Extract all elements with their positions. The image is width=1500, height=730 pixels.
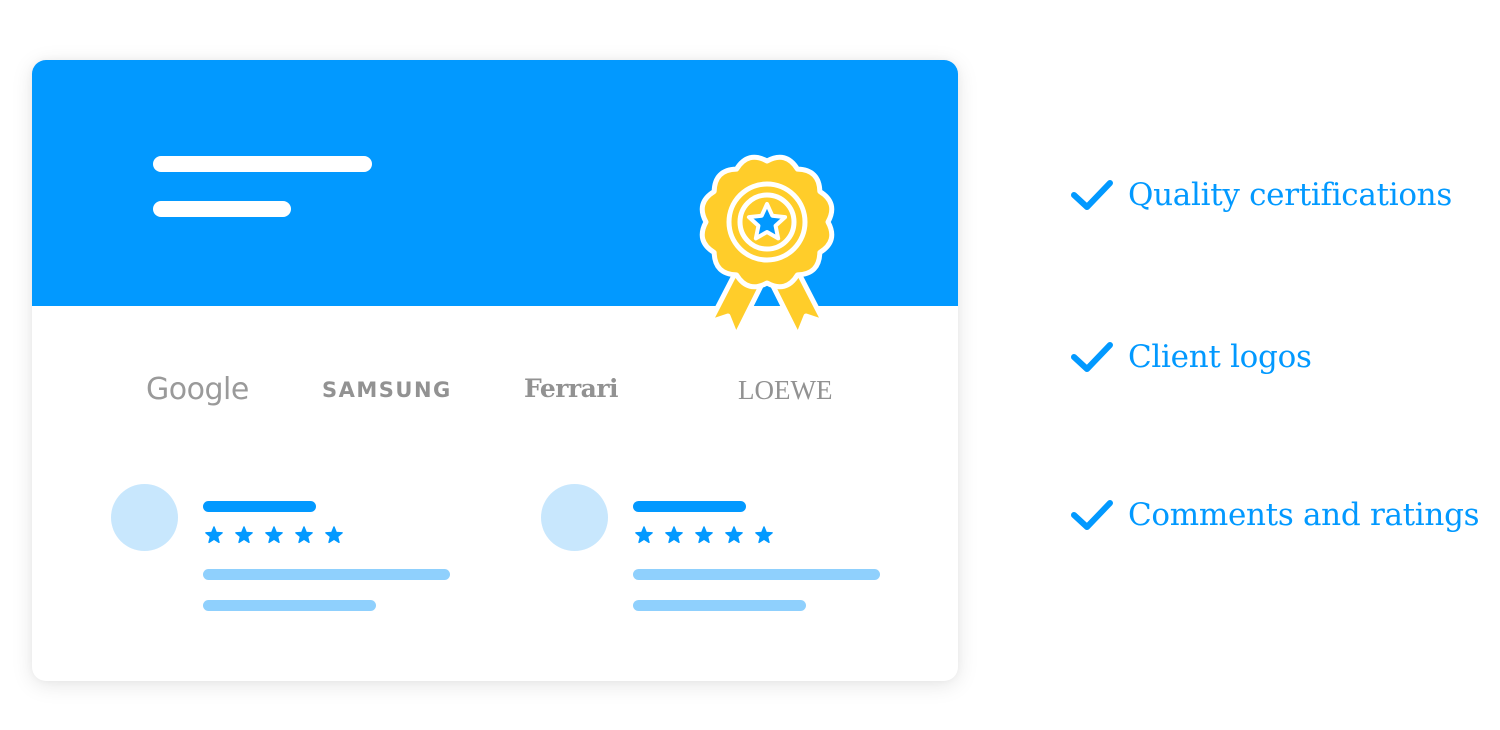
feature-list: Quality certifications Client logos Comm… (1068, 0, 1500, 730)
star-icon (725, 526, 743, 544)
star-icon (755, 526, 773, 544)
feature-item-quality-certifications: Quality certifications (1068, 170, 1452, 220)
star-icon (235, 526, 253, 544)
star-icon (665, 526, 683, 544)
client-logo-loewe: LOEWE (738, 375, 833, 405)
star-rating (205, 526, 343, 544)
review-item (541, 484, 901, 614)
feature-item-comments-and-ratings: Comments and ratings (1068, 490, 1480, 540)
star-icon (265, 526, 283, 544)
reviewer-name-placeholder (203, 501, 316, 512)
review-item (111, 484, 471, 614)
subtitle-placeholder-line (153, 201, 291, 217)
star-rating (635, 526, 773, 544)
reviewer-name-placeholder (633, 501, 746, 512)
feature-item-client-logos: Client logos (1068, 332, 1312, 382)
award-rosette-star-icon (699, 154, 835, 339)
comment-placeholder-line (203, 600, 376, 611)
client-logos-row: Google SAMSUNG Ferrari LOEWE (32, 360, 958, 420)
comment-placeholder-line (203, 569, 450, 580)
checkmark-icon (1071, 180, 1113, 210)
comment-placeholder-line (633, 569, 880, 580)
feature-label: Comments and ratings (1128, 497, 1480, 533)
checkmark-icon (1071, 342, 1113, 372)
client-logo-google: Google (146, 372, 249, 407)
feature-label: Client logos (1128, 339, 1312, 375)
star-icon (325, 526, 343, 544)
client-logo-samsung: SAMSUNG (322, 378, 452, 402)
avatar (111, 484, 178, 551)
feature-label: Quality certifications (1128, 177, 1452, 213)
star-icon (635, 526, 653, 544)
star-icon (205, 526, 223, 544)
star-icon (695, 526, 713, 544)
comment-placeholder-line (633, 600, 806, 611)
trust-card: Google SAMSUNG Ferrari LOEWE (32, 60, 958, 681)
star-icon (295, 526, 313, 544)
title-placeholder-line (153, 156, 372, 172)
checkmark-icon (1071, 500, 1113, 530)
client-logo-ferrari: Ferrari (524, 374, 619, 403)
avatar (541, 484, 608, 551)
